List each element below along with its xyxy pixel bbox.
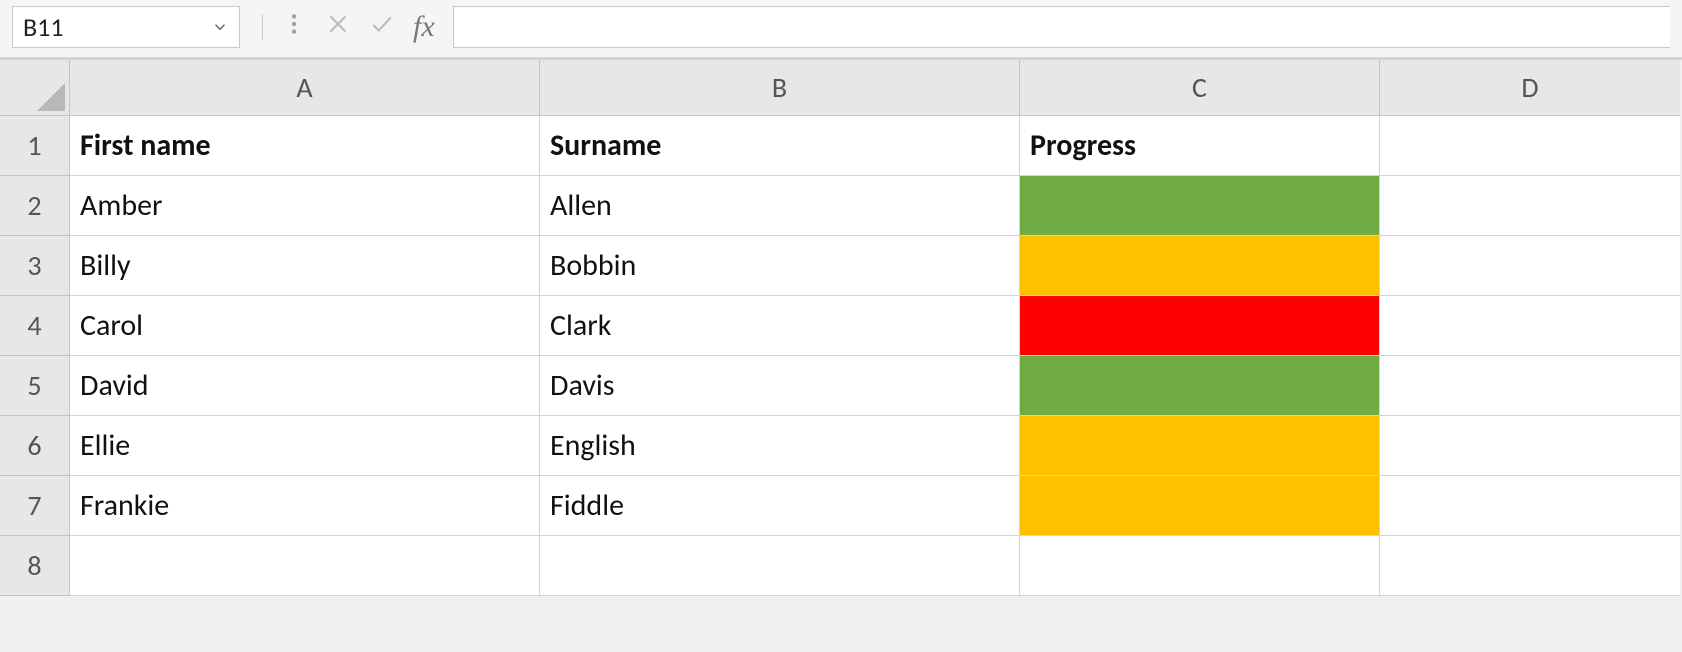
- cell-A5[interactable]: David: [70, 356, 540, 416]
- enter-icon[interactable]: [369, 11, 395, 42]
- fx-icon[interactable]: fx: [413, 10, 435, 44]
- column-header-A[interactable]: A: [70, 60, 540, 116]
- column-header-B[interactable]: B: [540, 60, 1020, 116]
- cell-D1[interactable]: [1380, 116, 1680, 176]
- cell-A2[interactable]: Amber: [70, 176, 540, 236]
- select-all-corner[interactable]: [0, 60, 70, 116]
- formula-bar-tools: fx: [240, 6, 453, 48]
- formula-bar: B11 fx: [0, 0, 1682, 60]
- cell-C5[interactable]: [1020, 356, 1380, 416]
- row-header-7[interactable]: 7: [0, 476, 70, 536]
- cell-D2[interactable]: [1380, 176, 1680, 236]
- row-header-4[interactable]: 4: [0, 296, 70, 356]
- cell-C2[interactable]: [1020, 176, 1380, 236]
- cell-B4[interactable]: Clark: [540, 296, 1020, 356]
- cell-D5[interactable]: [1380, 356, 1680, 416]
- cell-D7[interactable]: [1380, 476, 1680, 536]
- formula-input[interactable]: [453, 6, 1670, 48]
- cell-C6[interactable]: [1020, 416, 1380, 476]
- row-header-8[interactable]: 8: [0, 536, 70, 596]
- cell-C7[interactable]: [1020, 476, 1380, 536]
- name-box-value: B11: [23, 11, 64, 43]
- cell-B8[interactable]: [540, 536, 1020, 596]
- column-header-C[interactable]: C: [1020, 60, 1380, 116]
- cancel-icon[interactable]: [325, 11, 351, 42]
- row-header-3[interactable]: 3: [0, 236, 70, 296]
- cell-C3[interactable]: [1020, 236, 1380, 296]
- cell-C4[interactable]: [1020, 296, 1380, 356]
- cell-C8[interactable]: [1020, 536, 1380, 596]
- cell-A8[interactable]: [70, 536, 540, 596]
- cell-D6[interactable]: [1380, 416, 1680, 476]
- row-header-6[interactable]: 6: [0, 416, 70, 476]
- cell-D8[interactable]: [1380, 536, 1680, 596]
- column-header-D[interactable]: D: [1380, 60, 1680, 116]
- cell-B3[interactable]: Bobbin: [540, 236, 1020, 296]
- cell-B5[interactable]: Davis: [540, 356, 1020, 416]
- cell-D4[interactable]: [1380, 296, 1680, 356]
- cell-D3[interactable]: [1380, 236, 1680, 296]
- row-header-2[interactable]: 2: [0, 176, 70, 236]
- spreadsheet-grid: A B C D 1 First name Surname Progress 2 …: [0, 60, 1682, 596]
- cell-B7[interactable]: Fiddle: [540, 476, 1020, 536]
- cell-A6[interactable]: Ellie: [70, 416, 540, 476]
- chevron-down-icon[interactable]: [211, 11, 229, 43]
- name-box[interactable]: B11: [12, 6, 240, 48]
- row-header-1[interactable]: 1: [0, 116, 70, 176]
- row-header-5[interactable]: 5: [0, 356, 70, 416]
- cell-B6[interactable]: English: [540, 416, 1020, 476]
- dots-icon[interactable]: [281, 11, 307, 42]
- cell-C1[interactable]: Progress: [1020, 116, 1380, 176]
- cell-B2[interactable]: Allen: [540, 176, 1020, 236]
- cell-A3[interactable]: Billy: [70, 236, 540, 296]
- cell-B1[interactable]: Surname: [540, 116, 1020, 176]
- cell-A1[interactable]: First name: [70, 116, 540, 176]
- cell-A4[interactable]: Carol: [70, 296, 540, 356]
- cell-A7[interactable]: Frankie: [70, 476, 540, 536]
- divider: [262, 14, 263, 40]
